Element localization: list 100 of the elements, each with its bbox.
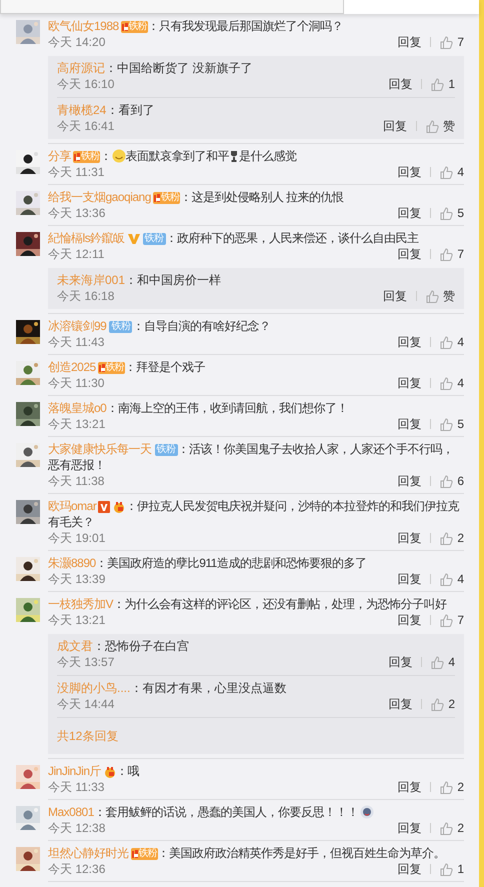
like-button[interactable]: 4 — [440, 334, 464, 350]
timestamp: 今天 12:38 — [48, 820, 106, 836]
thumbs-up-icon — [440, 418, 454, 430]
medal-icon — [104, 766, 116, 778]
like-button[interactable]: 6 — [440, 473, 464, 489]
trophy-icon — [229, 150, 239, 162]
comment-text: 创造2025 铁粉：拜登是个戏子 — [48, 359, 206, 375]
reply-link[interactable]: 回复 — [397, 375, 422, 391]
thumbs-up-icon — [440, 862, 454, 876]
verified-icon — [98, 500, 110, 513]
reply-text: ：中国给断货了 没新旗子了 — [105, 61, 252, 75]
like-button[interactable]: 赞 — [426, 118, 455, 134]
comment-text: 欧玛omar ：伊拉克人民发贺电庆祝并疑问，沙特的本拉登炸的和我们伊拉克有毛关？ — [48, 498, 460, 530]
reply-link[interactable]: 回复 — [388, 696, 412, 712]
reply-link[interactable]: 回复 — [397, 473, 422, 489]
thumbs-up-icon — [440, 166, 454, 178]
smiley-icon — [112, 149, 126, 163]
thumbs-up-icon — [440, 572, 454, 586]
thumbs-up-icon — [440, 780, 454, 794]
thumbs-up-icon — [431, 698, 444, 710]
timestamp: 今天 13:57 — [57, 654, 114, 670]
sticker-icon — [360, 805, 374, 819]
timestamp: 今天 11:30 — [48, 375, 104, 391]
like-button[interactable]: 5 — [440, 416, 464, 432]
thumbs-up-icon — [440, 336, 454, 348]
reply-text: ：和中国房价一样 — [125, 273, 222, 287]
like-button[interactable]: 4 — [431, 654, 455, 670]
thumbs-up-icon — [440, 822, 454, 834]
reply-link[interactable]: 回复 — [397, 820, 422, 836]
timestamp: 今天 11:33 — [48, 779, 104, 795]
timestamp: 今天 12:36 — [48, 861, 106, 877]
thumbs-up-icon — [440, 248, 454, 260]
like-button[interactable]: 1 — [431, 76, 455, 92]
reply-link[interactable]: 回复 — [397, 612, 422, 628]
search-field[interactable] — [0, 0, 344, 14]
timestamp: 今天 14:44 — [57, 696, 114, 712]
reply-link[interactable]: 回复 — [397, 861, 422, 877]
like-button[interactable]: 2 — [440, 779, 464, 795]
verified-icon — [128, 232, 140, 245]
fan-badge: 铁粉 — [130, 848, 158, 860]
timestamp: 今天 14:20 — [48, 34, 106, 50]
fan-icon — [132, 848, 138, 859]
comment-text: 紀惀槅ls鈐鑹皈 铁粉 ：政府种下的恶果，人民来偿还，谈什么自由民主 — [48, 230, 420, 246]
like-button[interactable]: 2 — [431, 696, 455, 712]
like-button[interactable]: 赞 — [426, 288, 455, 304]
fan-icon — [98, 362, 105, 373]
comment-text: 冰溶镶剑99 铁粉 ：自导自演的有啥好纪念？ — [48, 318, 272, 334]
thumbs-up-icon — [431, 656, 444, 668]
timestamp: 今天 11:38 — [48, 473, 104, 489]
medal-icon — [113, 500, 126, 513]
reply-text: ：看到了 — [106, 103, 154, 117]
thumbs-up-icon — [440, 376, 454, 390]
thumbs-up-icon — [440, 614, 454, 626]
like-button[interactable]: 7 — [440, 246, 464, 262]
fan-badge: 铁粉 — [152, 192, 180, 204]
reply-link[interactable]: 回复 — [397, 334, 422, 350]
reply-link[interactable]: 回复 — [397, 530, 422, 546]
reply-link[interactable]: 回复 — [388, 76, 412, 92]
comment-text: 大家健康快乐每一天 铁粉 ：活该！你美国鬼子去收拾人家，人家还个手不行吗，恶有恶报！ — [48, 441, 454, 473]
fan-badge: 铁粉 — [98, 362, 125, 374]
thumbs-up-icon — [440, 36, 454, 48]
reply-link[interactable]: 回复 — [397, 779, 422, 795]
timestamp: 今天 19:01 — [48, 530, 106, 546]
comment-text: 分享 铁粉： 表面默哀拿到了和平 是什么感觉 — [48, 148, 298, 164]
like-button[interactable]: 4 — [440, 164, 464, 180]
timestamp: 今天 12:11 — [48, 246, 104, 262]
reply-link[interactable]: 回复 — [397, 34, 422, 50]
like-button[interactable]: 2 — [440, 820, 464, 836]
like-button[interactable]: 4 — [440, 571, 464, 587]
reply-link[interactable]: 回复 — [397, 164, 422, 180]
reply-link[interactable]: 回复 — [383, 288, 407, 304]
reply-link[interactable]: 回复 — [383, 118, 407, 134]
comment-text: 给我一支烟gaoqiang 铁粉：这是到处侵略别人 拉来的仇恨 — [48, 189, 345, 205]
like-button[interactable]: 4 — [440, 375, 464, 391]
fan-icon — [154, 192, 160, 203]
thumbs-up-icon — [440, 532, 454, 544]
thumbs-up-icon — [426, 290, 439, 302]
like-button[interactable]: 2 — [440, 530, 464, 546]
like-button[interactable]: 7 — [440, 34, 464, 50]
timestamp: 今天 11:43 — [48, 334, 104, 350]
fan-badge: 铁粉 — [142, 232, 166, 245]
timestamp: 今天 13:21 — [48, 612, 106, 628]
timestamp: 今天 11:31 — [48, 164, 104, 180]
thumbs-up-icon — [431, 78, 444, 90]
reply-text: ：恐怖份子在白宫 — [93, 639, 189, 653]
like-button[interactable]: 1 — [440, 861, 464, 877]
reply-link[interactable]: 回复 — [388, 654, 412, 670]
timestamp: 今天 13:36 — [48, 205, 106, 221]
like-button[interactable]: 5 — [440, 205, 464, 221]
reply-link[interactable]: 回复 — [397, 416, 422, 432]
fan-icon — [122, 22, 128, 32]
comment-text: 落魄皇城o0：南海上空的王伟，收到请回航，我们想你了！ — [48, 400, 349, 416]
thumbs-up-icon — [426, 120, 439, 132]
reply-link[interactable]: 回复 — [397, 205, 422, 221]
reply-link[interactable]: 回复 — [397, 246, 422, 262]
reply-link[interactable]: 回复 — [397, 571, 422, 587]
fan-badge: 铁粉 — [109, 320, 132, 333]
comment-text: 一枝独秀加V：为什么会有这样的评论区，还没有删帖，处理，为恐怖分子叫好 — [48, 596, 448, 612]
like-button[interactable]: 7 — [440, 612, 464, 628]
reply-text: ：有因才有果，心里没点逼数 — [130, 681, 286, 695]
